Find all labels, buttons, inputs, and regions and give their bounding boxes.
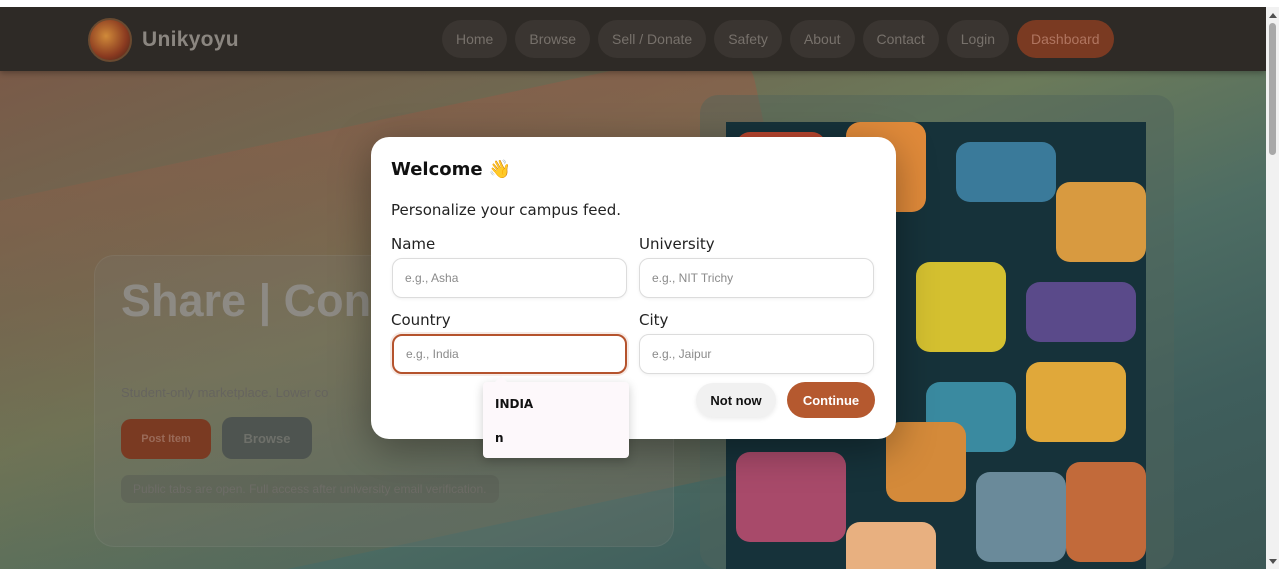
continue-button[interactable]: Continue — [787, 382, 875, 418]
nav-menu: Home Browse Sell / Donate Safety About C… — [442, 20, 1114, 58]
scroll-thumb[interactable] — [1269, 23, 1276, 155]
welcome-modal: Welcome 👋 Personalize your campus feed. … — [371, 137, 896, 439]
not-now-button[interactable]: Not now — [696, 383, 776, 417]
city-label: City — [639, 311, 669, 329]
hero-browse-button[interactable]: Browse — [222, 417, 312, 459]
nav-browse[interactable]: Browse — [515, 20, 591, 58]
nav-sell-donate[interactable]: Sell / Donate — [598, 20, 707, 58]
city-input[interactable] — [639, 334, 874, 374]
brand-logo-icon — [88, 18, 132, 62]
country-input[interactable] — [392, 334, 627, 374]
nav-login[interactable]: Login — [946, 20, 1010, 58]
nav-dashboard[interactable]: Dashboard — [1017, 20, 1114, 58]
country-label: Country — [391, 311, 451, 329]
name-input[interactable] — [392, 258, 627, 298]
nav-home[interactable]: Home — [442, 20, 508, 58]
scroll-up-arrow-icon[interactable] — [1269, 13, 1277, 18]
hero-note: Public tabs are open. Full access after … — [121, 475, 499, 503]
nav-contact[interactable]: Contact — [862, 20, 939, 58]
name-label: Name — [391, 235, 436, 253]
modal-title: Welcome 👋 — [391, 159, 512, 180]
nav-about[interactable]: About — [789, 20, 855, 58]
autocomplete-option-n[interactable]: n — [495, 431, 504, 445]
top-navbar: Unikyoyu Home Browse Sell / Donate Safet… — [0, 7, 1266, 71]
brand[interactable]: Unikyoyu — [88, 18, 239, 62]
nav-safety[interactable]: Safety — [714, 20, 782, 58]
hero-subtitle: Student-only marketplace. Lower co — [121, 385, 329, 400]
modal-subtitle: Personalize your campus feed. — [391, 201, 621, 219]
autocomplete-option-india[interactable]: INDIA — [495, 397, 533, 411]
country-autocomplete-dropdown: INDIA n — [483, 376, 629, 458]
page-scrollbar[interactable] — [1266, 7, 1279, 569]
brand-name: Unikyoyu — [142, 28, 239, 51]
scroll-down-arrow-icon[interactable] — [1269, 559, 1277, 564]
university-input[interactable] — [639, 258, 874, 298]
university-label: University — [639, 235, 715, 253]
post-item-button[interactable]: Post Item — [121, 419, 211, 459]
